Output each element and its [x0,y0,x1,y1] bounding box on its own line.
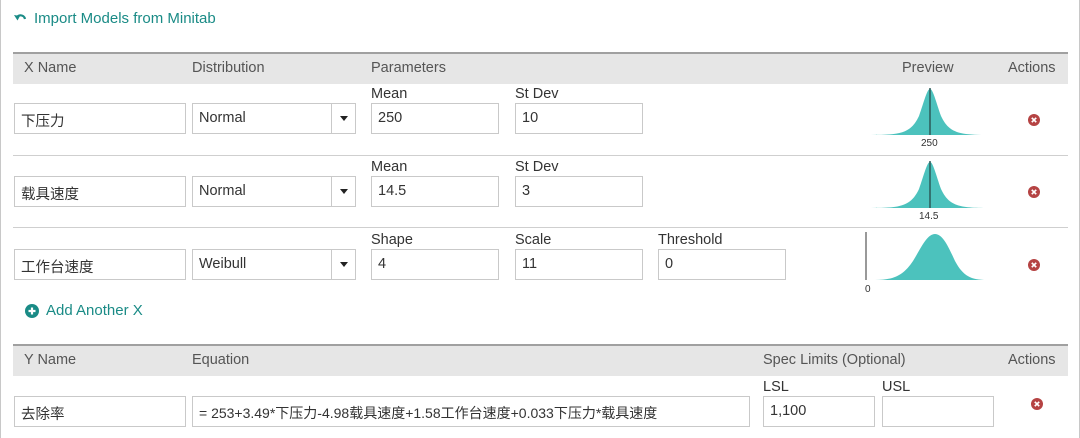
distribution-value: Weibull [199,256,247,272]
param-input[interactable]: 3 [515,176,643,207]
y-row: 去除率 = 253+3.49*下压力-4.98载具速度+1.58工作台速度+0.… [13,376,1068,438]
usl-input[interactable] [882,396,994,427]
x-table-header: X Name Distribution Parameters Preview A… [13,52,1068,84]
parameters-header: Parameters [371,60,446,76]
param-input[interactable]: 250 [371,103,499,134]
preview-tick-label: 14.5 [919,211,939,222]
close-circle-icon[interactable] [1028,114,1040,126]
param-label: St Dev [515,86,559,102]
param-label: Scale [515,232,552,248]
param-input[interactable]: 10 [515,103,643,134]
triangle-down-icon [331,177,355,206]
undo-arrow-icon [14,13,27,20]
x-name-input[interactable]: 工作台速度 [14,249,186,280]
form-frame: Import Models from Minitab X Name Distri… [0,0,1080,438]
lsl-label: LSL [763,379,789,395]
normal-distribution-preview [871,88,989,135]
close-circle-icon[interactable] [1028,259,1040,271]
plus-circle-icon [25,303,39,318]
distribution-select[interactable]: Normal [192,103,356,134]
normal-distribution-preview [871,161,989,208]
distribution-select[interactable]: Weibull [192,249,356,280]
triangle-down-icon [331,104,355,133]
actions-header: Actions [1008,60,1056,76]
add-another-x-label: Add Another X [46,302,143,319]
distribution-value: Normal [199,183,246,199]
lsl-input[interactable]: 1,100 [763,396,875,427]
usl-label: USL [882,379,911,395]
distribution-select[interactable]: Normal [192,176,356,207]
x-row: 下压力 Normal Mean 250 St Dev 10 250 [13,84,1068,156]
distribution-value: Normal [199,110,246,126]
import-models-link[interactable]: Import Models from Minitab [13,10,216,27]
import-models-label: Import Models from Minitab [34,10,216,27]
param-input[interactable]: 11 [515,249,643,280]
param-input[interactable]: 0 [658,249,786,280]
x-name-header: X Name [24,60,77,76]
spec-limits-header: Spec Limits (Optional) [763,352,906,368]
close-circle-icon[interactable] [1031,398,1043,410]
equation-header: Equation [192,352,250,368]
preview-tick-label: 250 [921,138,938,149]
param-input[interactable]: 4 [371,249,499,280]
close-circle-icon[interactable] [1028,186,1040,198]
preview-tick-label: 0 [865,284,871,295]
x-row: 载具速度 Normal Mean 14.5 St Dev 3 14.5 [13,156,1068,228]
weibull-distribution-preview [865,232,987,280]
x-row: 工作台速度 Weibull Shape 4 Scale 11 Threshold… [13,228,1068,298]
param-label: Mean [371,86,408,102]
add-another-x-link[interactable]: Add Another X [25,302,143,319]
param-label: Shape [371,232,413,248]
triangle-down-icon [331,250,355,279]
equation-input[interactable]: = 253+3.49*下压力-4.98载具速度+1.58工作台速度+0.033下… [192,396,750,427]
y-name-header: Y Name [24,352,77,368]
y-table-header: Y Name Equation Spec Limits (Optional) A… [13,344,1068,376]
distribution-header: Distribution [192,60,265,76]
param-label: Threshold [658,232,723,248]
x-name-input[interactable]: 载具速度 [14,176,186,207]
param-input[interactable]: 14.5 [371,176,499,207]
param-label: Mean [371,159,408,175]
param-label: St Dev [515,159,559,175]
x-name-input[interactable]: 下压力 [14,103,186,134]
actions-header: Actions [1008,352,1056,368]
y-name-input[interactable]: 去除率 [14,396,186,427]
preview-header: Preview [902,60,954,76]
